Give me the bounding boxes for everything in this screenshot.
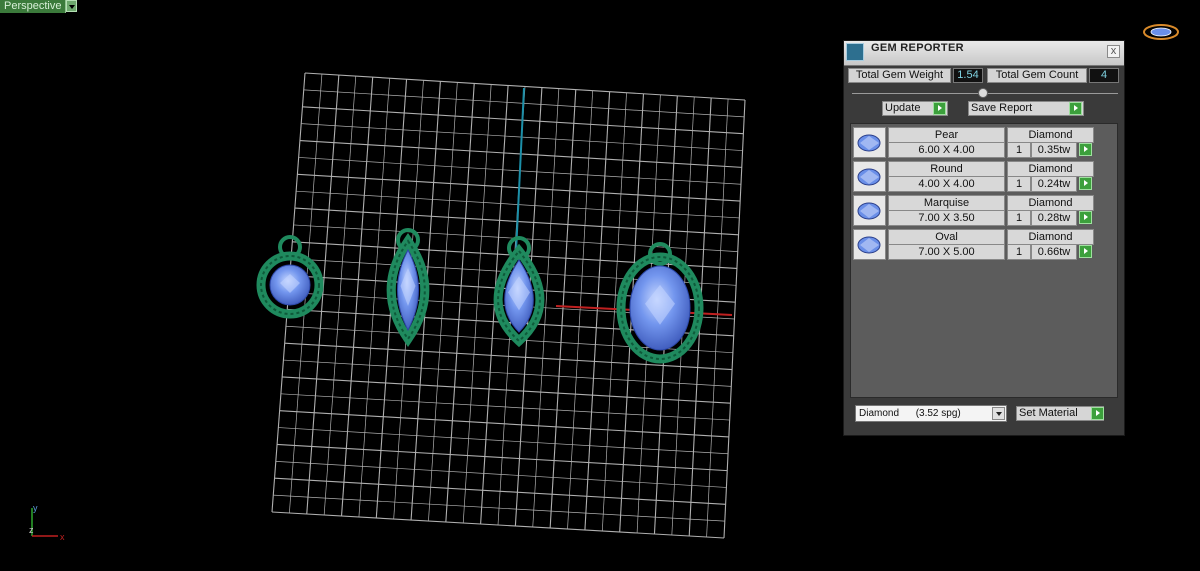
save-report-button-label: Save Report	[971, 102, 1033, 114]
material-select[interactable]: Diamond (3.52 spg)	[855, 405, 1007, 422]
gem-shape-icon	[853, 195, 886, 226]
gem-list[interactable]: Pear Diamond 6.00 X 4.00 1 0.35tw Round Diamon…	[850, 123, 1118, 398]
gem-material-label: Diamond	[1007, 195, 1094, 211]
gem-qty-label: 1	[1007, 142, 1031, 158]
gem-qty-label: 1	[1007, 210, 1031, 226]
axis-y-label: y	[33, 503, 38, 513]
viewport-label[interactable]: Perspective	[0, 0, 67, 13]
close-icon[interactable]: x	[1107, 45, 1120, 58]
total-gem-count-label: Total Gem Count	[987, 68, 1087, 83]
gem-shape-label: Marquise	[888, 195, 1005, 211]
gem-shape-icon	[853, 229, 886, 260]
gem-size-label: 7.00 X 5.00	[888, 244, 1005, 260]
gem-shape-label: Oval	[888, 229, 1005, 245]
gem-shape-icon	[853, 161, 886, 192]
axis-z-label: z	[29, 525, 34, 535]
gem-shape-icon	[853, 127, 886, 158]
gem-row[interactable]: Pear Diamond 6.00 X 4.00 1 0.35tw	[853, 127, 1101, 159]
gem-select-go-icon[interactable]	[1079, 143, 1092, 156]
update-go-icon[interactable]	[933, 102, 946, 115]
gem-reporter-panel: GEM REPORTER x Total Gem Weight 1.54 Tot…	[843, 40, 1125, 436]
round-pendant[interactable]	[256, 235, 324, 319]
gem-size-label: 7.00 X 3.50	[888, 210, 1005, 226]
chevron-down-icon[interactable]	[992, 407, 1005, 420]
material-select-value: Diamond (3.52 spg)	[859, 408, 961, 419]
update-button-label: Update	[885, 102, 921, 114]
panel-titlebar[interactable]: GEM REPORTER x	[844, 41, 1124, 66]
total-gem-weight-label: Total Gem Weight	[848, 68, 951, 83]
panel-title: GEM REPORTER	[871, 42, 964, 54]
gem-qty-label: 1	[1007, 176, 1031, 192]
view-navigation-icon[interactable]	[1142, 22, 1180, 42]
slider-knob[interactable]	[978, 88, 988, 98]
gem-select-go-icon[interactable]	[1079, 211, 1092, 224]
axis-triad-icon: y z x	[29, 503, 65, 542]
gem-row[interactable]: Round Diamond 4.00 X 4.00 1 0.24tw	[853, 161, 1101, 193]
set-material-button-label: Set Material	[1019, 407, 1078, 419]
save-report-go-icon[interactable]	[1069, 102, 1082, 115]
gem-size-label: 6.00 X 4.00	[888, 142, 1005, 158]
set-material-go-icon[interactable]	[1091, 407, 1104, 420]
gem-shape-label: Round	[888, 161, 1005, 177]
gem-reporter-icon	[846, 43, 864, 61]
gem-select-go-icon[interactable]	[1079, 177, 1092, 190]
save-report-button[interactable]: Save Report	[968, 101, 1084, 116]
total-gem-weight-value: 1.54	[953, 68, 983, 83]
oval-pendant[interactable]	[616, 242, 704, 364]
gem-row[interactable]: Marquise Diamond 7.00 X 3.50 1 0.28tw	[853, 195, 1101, 227]
gem-material-label: Diamond	[1007, 161, 1094, 177]
gem-shape-label: Pear	[888, 127, 1005, 143]
gem-row[interactable]: Oval Diamond 7.00 X 5.00 1 0.66tw	[853, 229, 1101, 261]
pear-pendant[interactable]	[493, 236, 545, 348]
viewport-menu-dropdown[interactable]	[66, 0, 77, 12]
gem-material-label: Diamond	[1007, 229, 1094, 245]
gem-material-label: Diamond	[1007, 127, 1094, 143]
gem-weight-label: 0.35tw	[1031, 142, 1077, 158]
gem-weight-label: 0.66tw	[1031, 244, 1077, 260]
gem-select-go-icon[interactable]	[1079, 245, 1092, 258]
gem-qty-label: 1	[1007, 244, 1031, 260]
marquise-pendant[interactable]	[386, 228, 430, 347]
total-gem-count-value: 4	[1089, 68, 1119, 83]
gem-weight-label: 0.28tw	[1031, 210, 1077, 226]
gem-weight-label: 0.24tw	[1031, 176, 1077, 192]
gem-size-label: 4.00 X 4.00	[888, 176, 1005, 192]
axis-x-label: x	[60, 532, 65, 542]
